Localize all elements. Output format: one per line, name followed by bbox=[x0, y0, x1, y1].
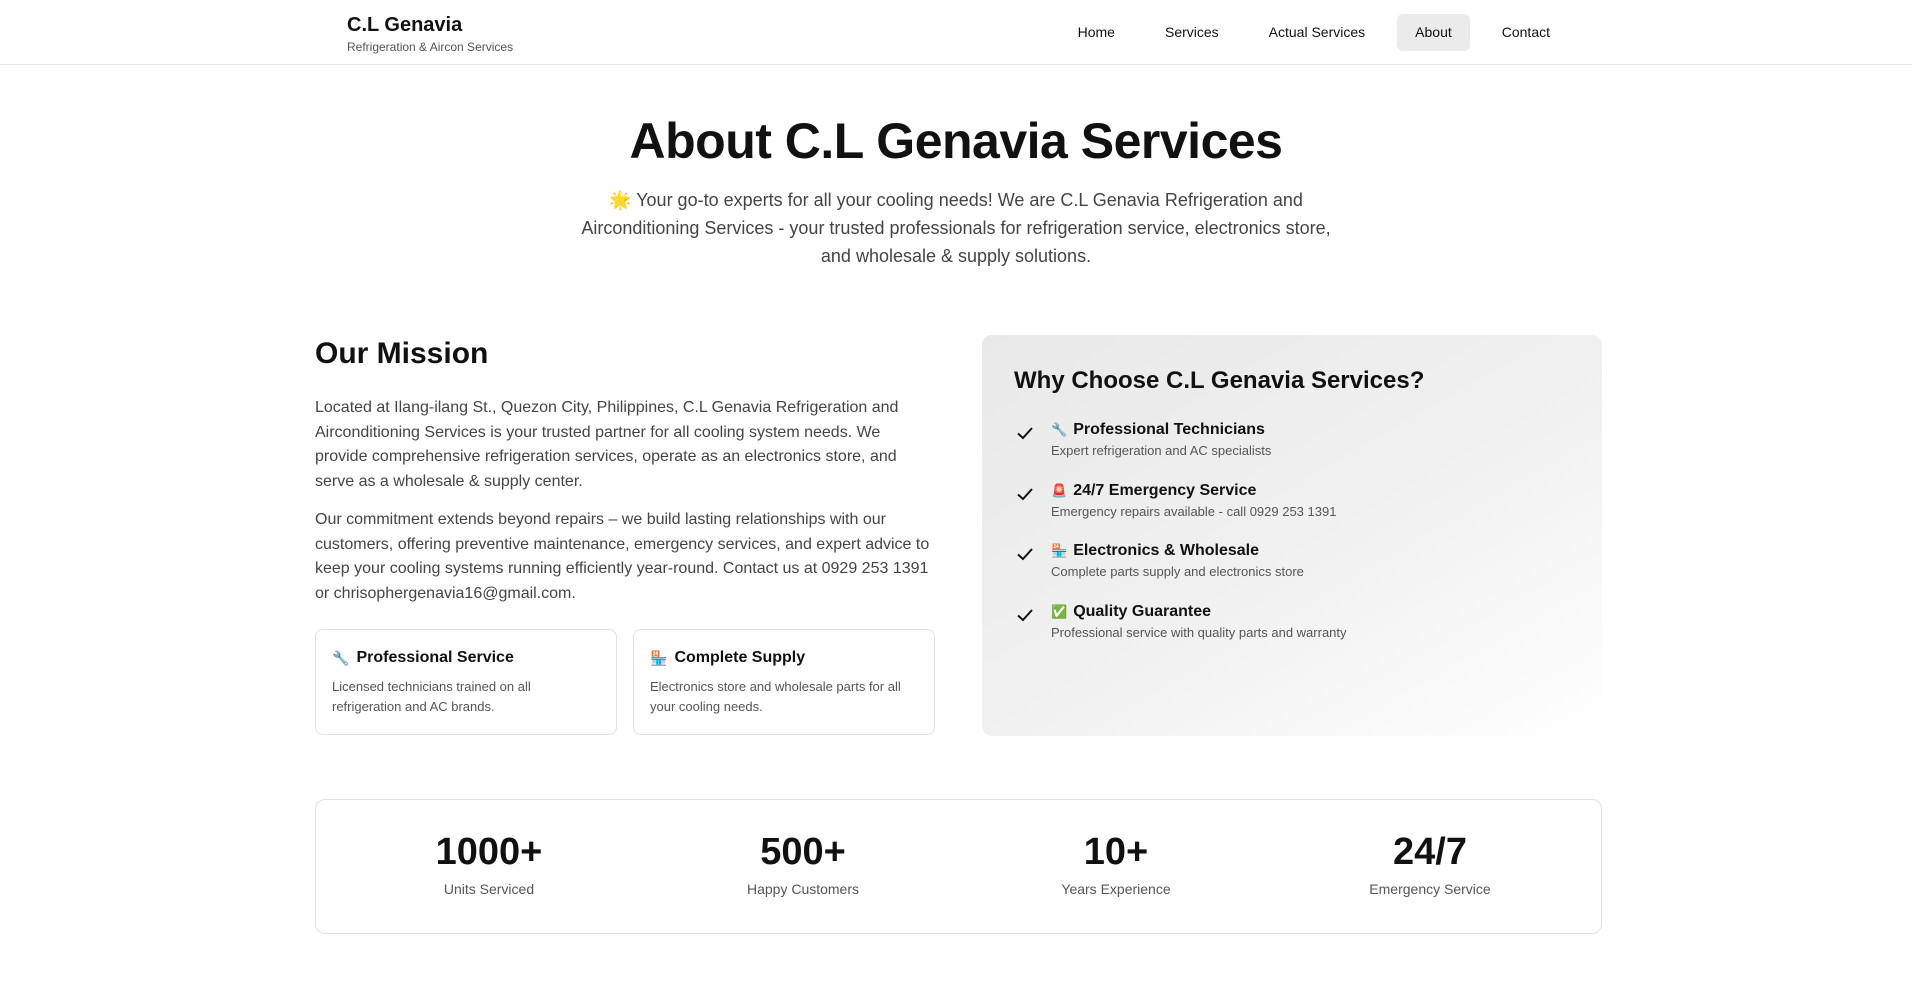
why-item-electronics-wholesale: 🏪 Electronics & Wholesale Complete parts… bbox=[1014, 541, 1570, 602]
stat-label: Happy Customers bbox=[746, 881, 860, 897]
stat-happy-customers: 500+ Happy Customers bbox=[653, 830, 953, 898]
nav-link-contact[interactable]: Contact bbox=[1484, 14, 1568, 51]
top-navbar: C.L Genavia Refrigeration & Aircon Servi… bbox=[0, 0, 1912, 65]
mission-title: Our Mission bbox=[315, 337, 489, 370]
brand-name[interactable]: C.L Genavia bbox=[347, 13, 513, 37]
mission-paragraph-1: Located at Ilang-ilang St., Quezon City,… bbox=[315, 399, 899, 490]
wrench-icon: 🔧 bbox=[332, 650, 350, 666]
why-item-text: Complete parts supply and electronics st… bbox=[1051, 564, 1304, 579]
nav-link-actual-services[interactable]: Actual Services bbox=[1251, 14, 1383, 51]
nav-links: Home Services Actual Services About Cont… bbox=[1060, 14, 1568, 51]
hero-description-text: Your go-to experts for all your cooling … bbox=[581, 190, 1331, 266]
feature-card-text: Licensed technicians trained on all refr… bbox=[332, 679, 531, 714]
mission-paragraph-2: Our commitment extends beyond repairs – … bbox=[315, 511, 930, 602]
hero-description: 🌟 Your go-to experts for all your coolin… bbox=[576, 186, 1336, 270]
why-item-title: 24/7 Emergency Service bbox=[1073, 481, 1257, 499]
why-item-title: Electronics & Wholesale bbox=[1073, 542, 1260, 559]
star-icon: 🌟 bbox=[609, 190, 632, 210]
check-icon bbox=[1017, 608, 1033, 621]
why-item-text: Expert refrigeration and AC specialists bbox=[1051, 443, 1272, 458]
why-choose-panel: Why Choose C.L Genavia Services? 🔧 Profe… bbox=[982, 335, 1602, 736]
stat-emergency-service: 24/7 Emergency Service bbox=[1280, 830, 1580, 898]
why-item-text: Professional service with quality parts … bbox=[1051, 624, 1347, 640]
check-icon bbox=[1017, 548, 1033, 561]
wrench-icon: 🔧 bbox=[1051, 422, 1068, 437]
checkbox-icon: ✅ bbox=[1051, 603, 1068, 619]
siren-icon: 🚨 bbox=[1051, 482, 1068, 498]
why-item-professional-technicians: 🔧 Professional Technicians Expert refrig… bbox=[1014, 420, 1570, 481]
stat-label: Units Serviced bbox=[443, 881, 535, 897]
stat-value: 1000+ bbox=[435, 831, 543, 873]
feature-card-professional-service: 🔧 Professional Service Licensed technici… bbox=[315, 629, 617, 735]
stats-panel: 1000+ Units Serviced 500+ Happy Customer… bbox=[315, 799, 1602, 934]
feature-card-complete-supply: 🏪 Complete Supply Electronics store and … bbox=[633, 629, 935, 735]
feature-card-text: Electronics store and wholesale parts fo… bbox=[650, 679, 901, 714]
why-item-title: Professional Technicians bbox=[1073, 421, 1265, 438]
feature-card-title: Complete Supply bbox=[674, 649, 806, 666]
store-icon: 🏪 bbox=[650, 650, 668, 666]
stat-value: 500+ bbox=[760, 831, 846, 873]
nav-link-services[interactable]: Services bbox=[1147, 14, 1237, 51]
stat-years-experience: 10+ Years Experience bbox=[966, 830, 1266, 898]
why-item-quality-guarantee: ✅ Quality Guarantee Professional service… bbox=[1014, 602, 1570, 663]
page-title: About C.L Genavia Services bbox=[629, 113, 1284, 169]
why-choose-title: Why Choose C.L Genavia Services? bbox=[1014, 367, 1425, 394]
stat-units-serviced: 1000+ Units Serviced bbox=[339, 830, 639, 898]
brand-subtitle: Refrigeration & Aircon Services bbox=[347, 40, 514, 54]
check-icon bbox=[1017, 487, 1033, 500]
why-item-emergency-service: 🚨 24/7 Emergency Service Emergency repai… bbox=[1014, 481, 1570, 542]
feature-card-title: Professional Service bbox=[356, 649, 514, 666]
why-choose-list: 🔧 Professional Technicians Expert refrig… bbox=[1014, 420, 1570, 662]
nav-link-home[interactable]: Home bbox=[1060, 14, 1133, 51]
check-icon bbox=[1017, 427, 1033, 440]
stat-value: 10+ bbox=[1083, 831, 1149, 873]
stat-label: Emergency Service bbox=[1369, 881, 1491, 897]
why-item-text: Emergency repairs available - call 0929 … bbox=[1051, 503, 1337, 519]
brand[interactable]: C.L Genavia Refrigeration & Aircon Servi… bbox=[347, 13, 513, 54]
stat-label: Years Experience bbox=[1061, 881, 1171, 897]
store-icon: 🏪 bbox=[1051, 543, 1068, 558]
why-item-title: Quality Guarantee bbox=[1073, 602, 1212, 620]
stat-value: 24/7 bbox=[1393, 831, 1467, 873]
nav-link-about[interactable]: About bbox=[1397, 14, 1470, 51]
